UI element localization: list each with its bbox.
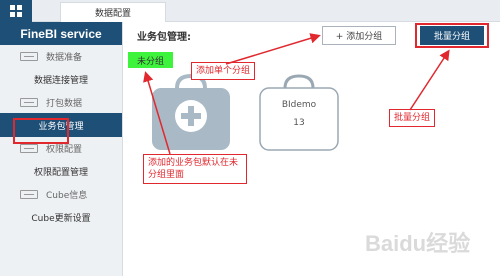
callout-default-ungrouped: 添加的业务包默认在未分组里面 (143, 154, 247, 184)
package-count: 13 (293, 118, 305, 128)
plus-icon (181, 106, 201, 126)
sidebar-item-permission-management[interactable]: 权限配置管理 (0, 159, 122, 183)
highlight-box (415, 23, 489, 48)
callout-batch: 批量分组 (389, 109, 436, 127)
app-title: FineBI service (0, 22, 122, 45)
folder-icon (20, 189, 38, 199)
briefcase-icon (259, 74, 339, 151)
sidebar-section-cube[interactable]: Cube信息 (0, 183, 122, 205)
folder-icon (20, 51, 38, 61)
highlight-box (13, 118, 69, 144)
sidebar-section-package-data[interactable]: 打包数据 (0, 91, 122, 113)
arrow-to-batch-group (409, 49, 450, 111)
tab-data-config[interactable]: 数据配置 (60, 2, 166, 22)
top-bar: 数据配置 (0, 0, 500, 22)
add-package-card[interactable] (150, 72, 232, 152)
arrow-to-add-group (225, 33, 321, 65)
add-group-button[interactable]: + 添加分组 (322, 26, 396, 45)
ungrouped-label[interactable]: 未分组 (128, 52, 173, 68)
watermark: Baidu经验 (365, 231, 471, 256)
sidebar-section-data-prep[interactable]: 数据准备 (0, 45, 122, 67)
page-title: 业务包管理: (137, 32, 191, 43)
grid-icon (10, 5, 22, 17)
apps-button[interactable] (0, 0, 32, 22)
sidebar-item-cube-update[interactable]: Cube更新设置 (0, 205, 122, 229)
sidebar: FineBI service 数据准备 数据连接管理 打包数据 业务包管理 权限… (0, 22, 123, 276)
sidebar-item-data-connection[interactable]: 数据连接管理 (0, 67, 122, 91)
sidebar-section-label: 数据准备 (46, 52, 83, 63)
sidebar-section-label: 打包数据 (46, 98, 83, 109)
package-name: BIdemo (281, 100, 317, 110)
callout-add-single: 添加单个分组 (191, 62, 256, 80)
package-card-bidemo[interactable]: BIdemo 13 (258, 72, 340, 152)
folder-icon (20, 143, 38, 153)
folder-icon (20, 97, 38, 107)
sidebar-section-label: Cube信息 (46, 190, 88, 201)
